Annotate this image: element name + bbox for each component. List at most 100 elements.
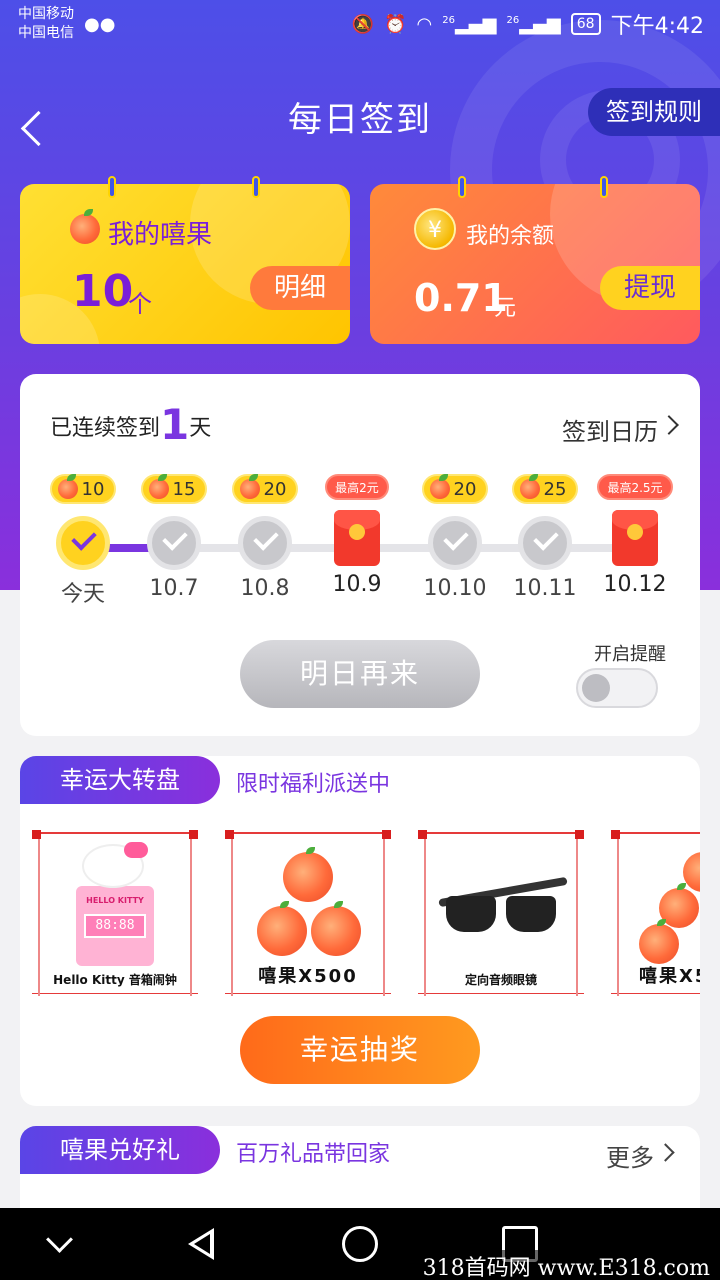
lucky-wheel-section: 幸运大转盘 限时福利派送中 88:88 HELLO KITTY Hello Ki… xyxy=(20,756,700,1106)
day-item: 最高2元 10.9 xyxy=(312,474,402,597)
reward-badge: 20 xyxy=(421,474,489,504)
peach-icon xyxy=(57,474,78,499)
fruit-unit: 个 xyxy=(128,290,152,318)
reward-value: 最高2元 xyxy=(335,480,379,495)
back-triangle-icon[interactable] xyxy=(182,1226,218,1262)
my-balance-label: 我的余额 xyxy=(466,224,555,249)
chevron-right-icon xyxy=(659,415,679,435)
day-item: 25 10.11 xyxy=(500,474,590,601)
prize-item[interactable]: 定向音频眼镜 xyxy=(418,830,584,996)
kitty-bow-icon xyxy=(124,842,148,858)
chevron-down-icon[interactable] xyxy=(42,1226,78,1262)
lucky-draw-button[interactable]: 幸运抽奖 xyxy=(240,1016,480,1084)
gift-exchange-subtitle: 百万礼品带回家 xyxy=(236,1142,391,1167)
signal-icon: 26▂▄▆ xyxy=(506,13,561,35)
check-icon xyxy=(238,516,292,570)
day-label: 今天 xyxy=(60,582,105,607)
day-label: 10.9 xyxy=(332,572,382,597)
streak-days: 1 xyxy=(160,400,190,449)
streak-text: 已连续签到1天 xyxy=(50,400,211,449)
sunglasses-lens xyxy=(506,896,556,932)
home-circle-icon[interactable] xyxy=(342,1226,378,1262)
status-bar: 中国移动 中国电信 ●● 🔕 ⏰ ◠ 26▂▄▆ 26▂▄▆ 68 下午4:42 xyxy=(0,0,720,48)
card-pin xyxy=(458,176,466,198)
prize-name: 嘻果X500 xyxy=(258,966,358,987)
reward-badge: 最高2.5元 xyxy=(597,474,673,500)
reward-value: 10 xyxy=(81,478,105,500)
peach-icon xyxy=(519,474,540,499)
peach-icon xyxy=(639,919,679,964)
prize-item[interactable]: 嘻果X500 xyxy=(225,830,391,996)
prize-carousel[interactable]: 88:88 HELLO KITTY Hello Kitty 音箱闹钟 嘻果X50… xyxy=(32,830,700,996)
red-envelope-icon xyxy=(334,510,380,566)
prize-item[interactable]: 嘻果X5 xyxy=(611,830,700,996)
reminder-toggle[interactable] xyxy=(576,668,658,708)
reward-value: 15 xyxy=(172,478,196,500)
lucky-wheel-tag: 幸运大转盘 xyxy=(20,756,220,804)
peach-icon xyxy=(239,474,260,499)
day-label: 10.12 xyxy=(603,572,667,597)
chevron-right-icon xyxy=(656,1143,675,1162)
kitty-brand-text: HELLO KITTY xyxy=(86,896,144,905)
watermark: 318首码网 www.E318.com xyxy=(418,1250,714,1280)
checkin-rules-button[interactable]: 签到规则 xyxy=(588,88,720,136)
carrier-info: 中国移动 中国电信 xyxy=(18,5,74,43)
carrier-2: 中国电信 xyxy=(18,25,74,41)
day-item: 20 10.10 xyxy=(410,474,500,601)
day-label: 10.7 xyxy=(149,576,199,601)
reward-value: 最高2.5元 xyxy=(607,480,663,495)
peach-icon xyxy=(429,474,450,499)
battery-icon: 68 xyxy=(570,13,601,35)
card-pin xyxy=(108,176,116,198)
reward-badge: 20 xyxy=(231,474,299,504)
peach-icon xyxy=(257,901,307,956)
day-item: 20 10.8 xyxy=(220,474,310,601)
prize-name: 嘻果X5 xyxy=(639,966,700,987)
fruit-count: 10 xyxy=(72,266,134,317)
wifi-icon: ◠ xyxy=(416,13,433,35)
check-icon xyxy=(428,516,482,570)
day-item: 10 今天 xyxy=(38,474,128,608)
reward-badge: 最高2元 xyxy=(325,474,389,500)
checkin-calendar-link[interactable]: 签到日历 xyxy=(562,412,658,447)
reward-value: 20 xyxy=(263,478,287,500)
prize-item[interactable]: 88:88 HELLO KITTY Hello Kitty 音箱闹钟 xyxy=(32,830,198,996)
check-icon xyxy=(518,516,572,570)
clock: 下午4:42 xyxy=(610,14,704,39)
come-back-tomorrow-button[interactable]: 明日再来 xyxy=(240,640,480,708)
lucky-wheel-subtitle: 限时福利派送中 xyxy=(236,772,391,797)
card-pin xyxy=(252,176,260,198)
fruit-details-button[interactable]: 明细 xyxy=(249,266,350,310)
reward-value: 20 xyxy=(453,478,477,500)
balance-unit: 元 xyxy=(494,296,517,321)
mute-icon: 🔕 xyxy=(351,13,375,35)
withdraw-button[interactable]: 提现 xyxy=(599,266,700,310)
streak-suffix: 天 xyxy=(189,416,212,441)
reward-value: 25 xyxy=(543,478,567,500)
reward-badge: 15 xyxy=(140,474,208,504)
my-balance-card: ¥ 我的余额 0.71 元 提现 xyxy=(370,184,700,344)
wechat-icon: ●● xyxy=(84,14,116,35)
more-link[interactable]: 更多 xyxy=(606,1138,654,1173)
streak-prefix: 已连续签到 xyxy=(50,416,161,441)
card-pin xyxy=(600,176,608,198)
reward-badge: 25 xyxy=(511,474,579,504)
prize-name: Hello Kitty 音箱闹钟 xyxy=(53,973,177,987)
coin-icon: ¥ xyxy=(414,208,456,250)
signal-icon: 26▂▄▆ xyxy=(442,13,497,35)
prize-name: 定向音频眼镜 xyxy=(464,973,537,987)
peach-icon xyxy=(283,847,333,902)
day-label: 10.11 xyxy=(513,576,577,601)
reward-badge: 10 xyxy=(49,474,117,504)
peach-icon xyxy=(70,209,100,244)
carrier-1: 中国移动 xyxy=(18,6,74,22)
reminder-label: 开启提醒 xyxy=(594,644,666,665)
day-item: 最高2.5元 10.12 xyxy=(590,474,680,597)
day-item: 15 10.7 xyxy=(129,474,219,601)
peach-icon xyxy=(148,474,169,499)
my-fruit-label: 我的嘻果 xyxy=(108,220,213,250)
sunglasses-lens xyxy=(446,896,496,932)
my-fruit-card: 我的嘻果 10 个 明细 xyxy=(20,184,350,344)
day-label: 10.10 xyxy=(423,576,487,601)
toggle-knob xyxy=(582,674,610,702)
